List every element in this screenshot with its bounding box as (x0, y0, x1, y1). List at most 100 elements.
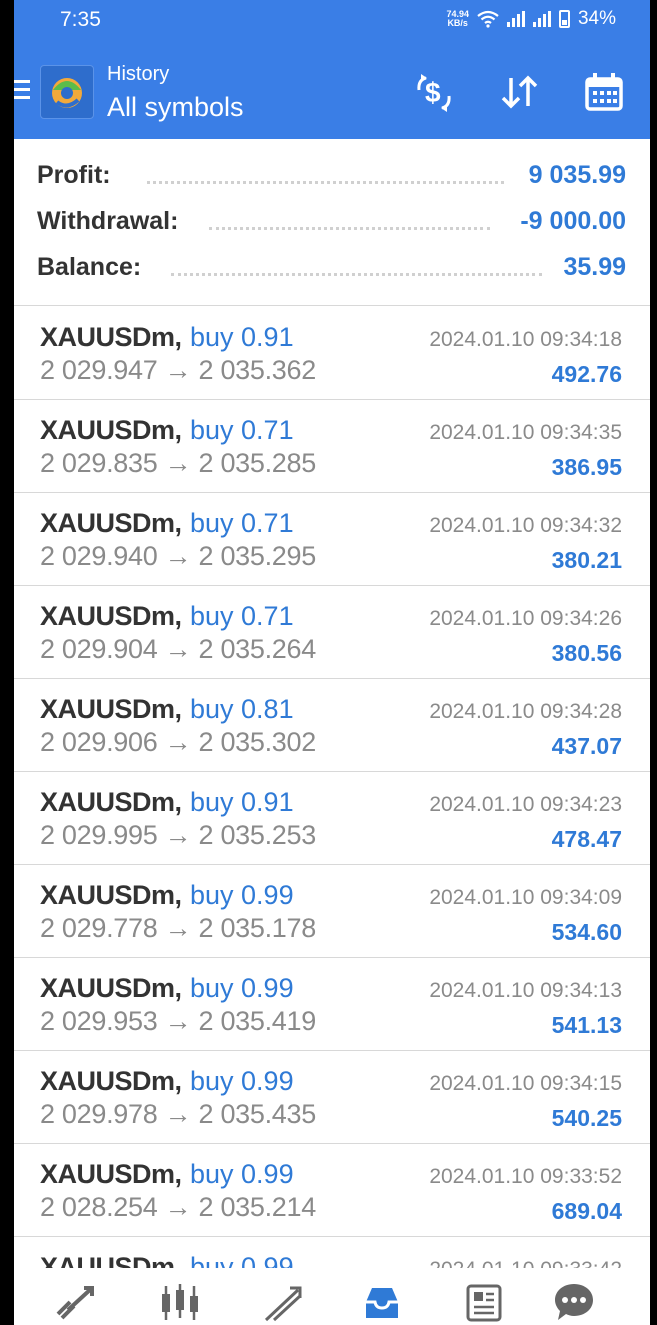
deal-time: 2024.01.10 09:34:28 (429, 700, 622, 723)
deal-open-price: 2 029.904 (40, 634, 158, 664)
deal-open-price: 2 029.940 (40, 541, 158, 571)
arrow-right-icon: → (157, 1192, 199, 1222)
leader-dots (209, 227, 490, 230)
deal-side-volume: buy 0.81 (190, 694, 294, 724)
deal-close-price: 2 035.435 (198, 1099, 317, 1129)
quotes-icon[interactable] (54, 1280, 98, 1324)
deal-row[interactable]: XAUUSDm, buy 0.71 2 029.904 → 2 035.264 202… (14, 586, 650, 679)
deal-side-volume: buy 0.99 (190, 973, 294, 1003)
deal-profit: 541.13 (551, 1012, 622, 1038)
leader-dots (147, 181, 504, 184)
deal-row[interactable]: XAUUSDm, buy 0.99 2 028.254 → 2 035.214 202… (14, 1144, 650, 1237)
summary-row-balance: Balance: 35.99 (37, 253, 626, 293)
arrow-right-icon: → (157, 634, 199, 664)
deal-row[interactable]: XAUUSDm, buy 0.99 2 029.953 → 2 035.419 202… (14, 958, 650, 1051)
deal-side-volume: buy 0.91 (190, 787, 294, 817)
deals-list: XAUUSDm, buy 0.91 2 029.947 → 2 035.362 202… (14, 307, 650, 1325)
deal-prices: 2 029.953 → 2 035.419 (40, 1006, 316, 1037)
deal-side-volume: buy 0.71 (190, 415, 294, 445)
summary-label: Withdrawal: (37, 207, 179, 235)
deal-prices: 2 029.778 → 2 035.178 (40, 913, 316, 944)
deal-row[interactable]: XAUUSDm, buy 0.71 2 029.835 → 2 035.285 202… (14, 400, 650, 493)
svg-text:$: $ (425, 77, 441, 108)
deal-row[interactable]: XAUUSDm, buy 0.91 2 029.995 → 2 035.253 202… (14, 772, 650, 865)
app-logo (40, 65, 94, 119)
page-title[interactable]: All symbols (107, 92, 244, 123)
deal-close-price: 2 035.264 (198, 634, 317, 664)
app-screen: 7:35 74.94 KB/s 34% History All symbols … (14, 0, 650, 1325)
deal-open-price: 2 029.947 (40, 355, 158, 385)
arrow-right-icon: → (157, 1099, 199, 1129)
deal-open-price: 2 029.835 (40, 448, 158, 478)
deal-close-price: 2 035.362 (198, 355, 317, 385)
deal-row[interactable]: XAUUSDm, buy 0.81 2 029.906 → 2 035.302 202… (14, 679, 650, 772)
deal-symbol: XAUUSDm, (40, 973, 182, 1003)
deal-open-price: 2 028.254 (40, 1192, 158, 1222)
messages-icon[interactable] (552, 1280, 596, 1324)
summary-value: 9 035.99 (528, 161, 626, 189)
deal-symbol: XAUUSDm, (40, 880, 182, 910)
deal-side-volume: buy 0.99 (190, 880, 294, 910)
arrow-right-icon: → (157, 448, 199, 478)
bottom-navigation (14, 1268, 650, 1325)
leader-dots (171, 273, 542, 276)
summary-label: Balance: (37, 253, 142, 281)
deal-symbol: XAUUSDm, (40, 322, 182, 352)
history-icon[interactable] (360, 1280, 404, 1324)
deal-profit: 478.47 (551, 826, 622, 852)
summary-value: 35.99 (563, 253, 626, 281)
arrow-right-icon: → (157, 820, 199, 850)
deal-prices: 2 029.995 → 2 035.253 (40, 820, 316, 851)
summary-label: Profit: (37, 161, 111, 189)
calendar-icon[interactable] (582, 70, 626, 114)
deal-profit: 380.56 (551, 640, 622, 666)
deal-time: 2024.01.10 09:34:13 (429, 979, 622, 1002)
summary-panel: Profit: 9 035.99 Withdrawal: -9 000.00 B… (14, 139, 650, 306)
news-icon[interactable] (462, 1280, 506, 1324)
deal-close-price: 2 035.419 (198, 1006, 317, 1036)
deal-symbol: XAUUSDm, (40, 1159, 182, 1189)
deal-row[interactable]: XAUUSDm, buy 0.99 2 029.778 → 2 035.178 202… (14, 865, 650, 958)
deal-time: 2024.01.10 09:33:52 (429, 1165, 622, 1188)
deal-time: 2024.01.10 09:34:15 (429, 1072, 622, 1095)
deal-row[interactable]: XAUUSDm, buy 0.91 2 029.947 → 2 035.362 202… (14, 307, 650, 400)
chart-icon[interactable] (158, 1280, 202, 1324)
arrow-right-icon: → (157, 913, 199, 943)
status-bar: 7:35 74.94 KB/s 34% (14, 0, 650, 40)
trade-icon[interactable] (260, 1280, 304, 1324)
deal-time: 2024.01.10 09:34:18 (429, 328, 622, 351)
deal-time: 2024.01.10 09:34:35 (429, 421, 622, 444)
deal-symbol: XAUUSDm, (40, 508, 182, 538)
signal-2-icon (532, 11, 551, 27)
net-speed: 74.94 KB/s (446, 9, 469, 28)
deal-time: 2024.01.10 09:34:23 (429, 793, 622, 816)
deal-close-price: 2 035.295 (198, 541, 317, 571)
deal-row[interactable]: XAUUSDm, buy 0.71 2 029.940 → 2 035.295 202… (14, 493, 650, 586)
deal-profit: 380.21 (551, 547, 622, 573)
deal-close-price: 2 035.285 (198, 448, 317, 478)
deal-profit: 534.60 (551, 919, 622, 945)
page-subtitle: History (107, 63, 170, 85)
deal-profit: 386.95 (551, 454, 622, 480)
deal-prices: 2 028.254 → 2 035.214 (40, 1192, 316, 1223)
arrow-right-icon: → (157, 727, 199, 757)
deal-profit: 689.04 (551, 1198, 622, 1224)
deal-time: 2024.01.10 09:34:32 (429, 514, 622, 537)
status-indicators: 74.94 KB/s 34% (446, 8, 616, 30)
deal-close-price: 2 035.302 (198, 727, 317, 757)
deal-row[interactable]: XAUUSDm, buy 0.99 2 029.978 → 2 035.435 202… (14, 1051, 650, 1144)
status-time: 7:35 (60, 8, 101, 31)
deposit-dollar-icon[interactable]: $ (412, 70, 456, 114)
deal-symbol: XAUUSDm, (40, 694, 182, 724)
deal-close-price: 2 035.253 (198, 820, 317, 850)
deal-side-volume: buy 0.91 (190, 322, 294, 352)
sort-arrows-icon[interactable] (498, 70, 542, 114)
deal-prices: 2 029.835 → 2 035.285 (40, 448, 316, 479)
deal-prices: 2 029.978 → 2 035.435 (40, 1099, 316, 1130)
deal-open-price: 2 029.995 (40, 820, 158, 850)
deal-close-price: 2 035.178 (198, 913, 317, 943)
deal-symbol: XAUUSDm, (40, 1066, 182, 1096)
wifi-icon (477, 10, 499, 28)
deal-symbol: XAUUSDm, (40, 601, 182, 631)
menu-icon[interactable] (14, 80, 30, 100)
